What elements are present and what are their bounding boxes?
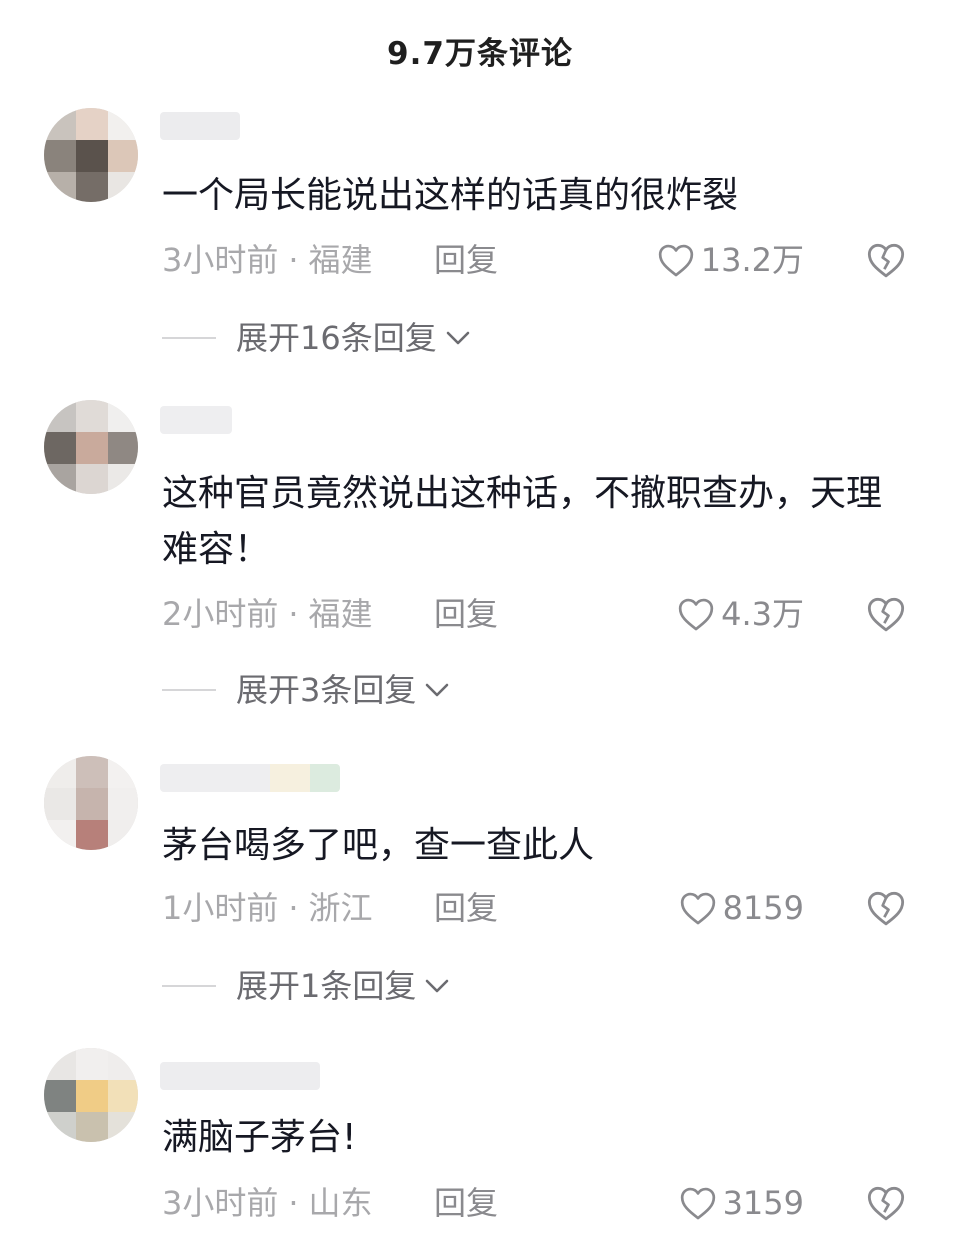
- comment-text: 茅台喝多了吧，查一查此人: [162, 825, 595, 866]
- chevron-down-icon: [426, 979, 449, 993]
- expand-replies-label: 展开3条回复: [236, 671, 417, 709]
- like-count: 8159: [722, 889, 804, 927]
- chevron-down-icon: [446, 331, 470, 345]
- expand-replies-button[interactable]: 展开3条回复: [162, 670, 450, 710]
- expand-replies-button[interactable]: 展开1条回复: [162, 966, 450, 1006]
- heart-outline-icon: [658, 244, 693, 277]
- like-count: 13.2万: [700, 241, 804, 279]
- comment-time: 1小时前: [162, 889, 279, 927]
- like-count: 4.3万: [721, 595, 804, 633]
- avatar[interactable]: [44, 756, 138, 850]
- like-button[interactable]: 8159: [679, 888, 804, 928]
- reply-button[interactable]: 回复: [434, 240, 498, 280]
- reply-button[interactable]: 回复: [434, 594, 498, 634]
- avatar[interactable]: [44, 400, 138, 494]
- chevron-down-icon: [426, 683, 449, 697]
- divider-line: [162, 689, 216, 691]
- heart-outline-icon: [680, 1187, 715, 1220]
- comment-location: 浙江: [308, 889, 373, 927]
- heart-outline-icon: [680, 892, 715, 925]
- comment-meta: 1小时前 · 浙江: [162, 889, 373, 927]
- comment-location: 福建: [308, 241, 373, 279]
- comment-time: 3小时前: [162, 241, 279, 279]
- avatar[interactable]: [44, 1048, 138, 1142]
- broken-heart-icon[interactable]: [866, 1183, 906, 1223]
- username-blurred[interactable]: [160, 112, 240, 140]
- username-blurred[interactable]: [160, 764, 340, 792]
- expand-replies-label: 展开16条回复: [236, 319, 437, 357]
- reply-button[interactable]: 回复: [434, 1183, 498, 1223]
- expand-replies-button[interactable]: 展开16条回复: [162, 318, 471, 358]
- like-button[interactable]: 13.2万: [657, 240, 804, 280]
- username-blurred[interactable]: [160, 1062, 320, 1090]
- comment-time: 2小时前: [162, 595, 279, 633]
- comment-location: 福建: [308, 595, 373, 633]
- comment-time: 3小时前: [162, 1184, 279, 1222]
- reply-button[interactable]: 回复: [434, 888, 498, 928]
- divider-line: [162, 337, 216, 339]
- comment-meta: 3小时前 · 福建: [162, 241, 373, 279]
- comment-meta: 2小时前 · 福建: [162, 595, 373, 633]
- comment-meta: 3小时前 · 山东: [162, 1184, 373, 1222]
- like-button[interactable]: 4.3万: [677, 594, 804, 634]
- comment-location: 山东: [308, 1184, 373, 1222]
- comment-text: 一个局长能说出这样的话真的很炸裂: [162, 175, 739, 216]
- broken-heart-icon[interactable]: [866, 240, 906, 280]
- comments-count-title: 9.7万条评论: [387, 36, 573, 72]
- comment-text: 这种官员竟然说出这种话，不撤职查办，天理难容！: [162, 473, 883, 570]
- like-button[interactable]: 3159: [679, 1183, 804, 1223]
- like-count: 3159: [722, 1184, 804, 1222]
- broken-heart-icon[interactable]: [866, 594, 906, 634]
- username-blurred[interactable]: [160, 406, 232, 434]
- comment-text: 满脑子茅台!: [162, 1117, 357, 1158]
- avatar[interactable]: [44, 108, 138, 202]
- expand-replies-label: 展开1条回复: [236, 967, 417, 1005]
- heart-outline-icon: [678, 598, 714, 631]
- broken-heart-icon[interactable]: [866, 888, 906, 928]
- divider-line: [162, 985, 216, 987]
